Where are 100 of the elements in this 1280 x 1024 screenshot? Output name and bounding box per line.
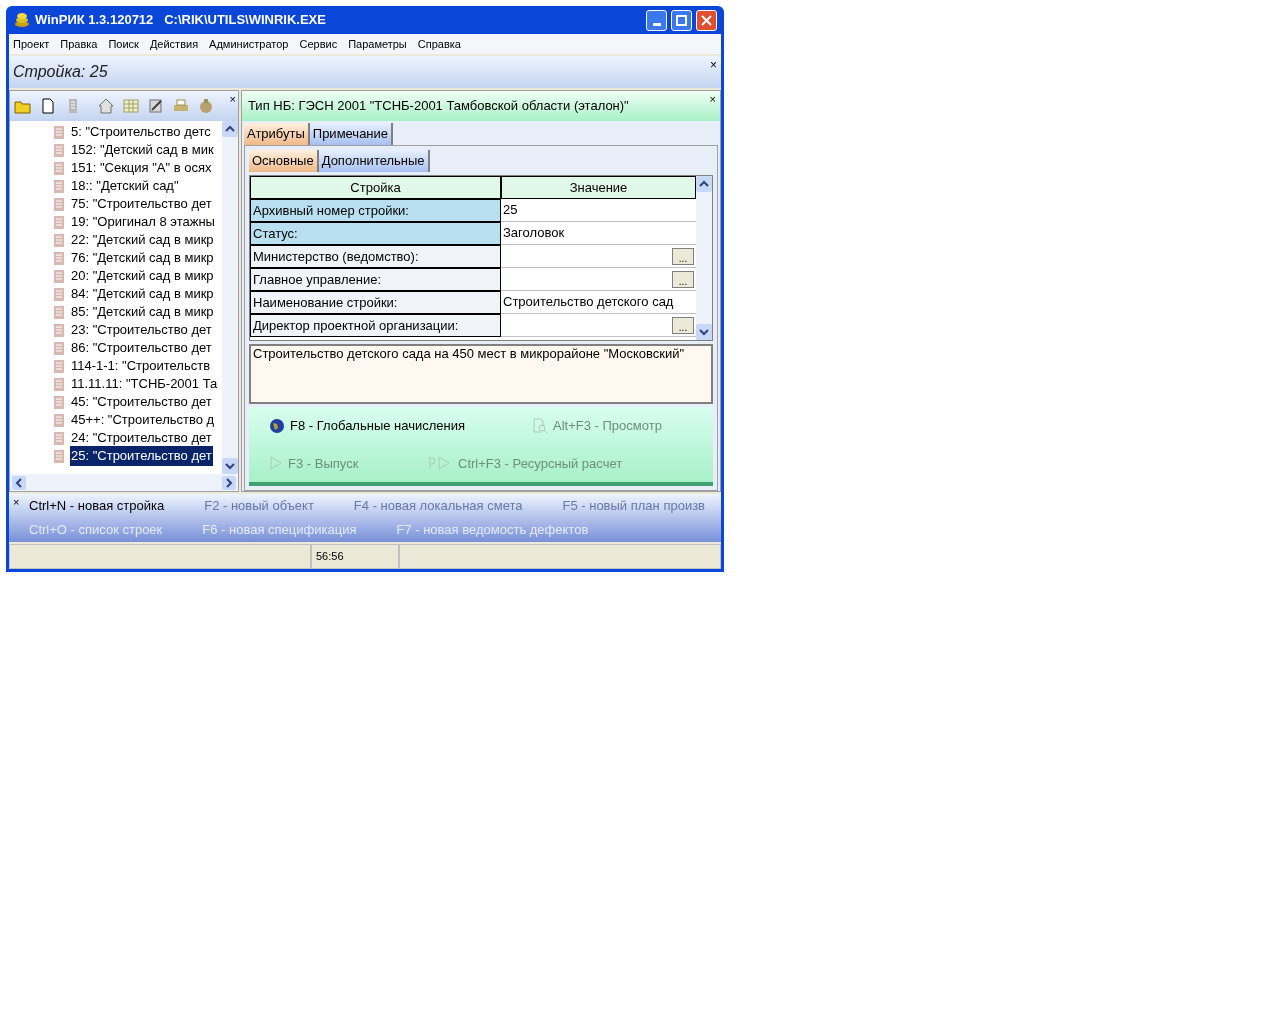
- table-cell-text: 25: [503, 201, 518, 220]
- scroll-down-icon: [696, 324, 712, 340]
- play-icon: [269, 456, 283, 471]
- tree-item[interactable]: 45: "Строительство дет: [70, 392, 213, 412]
- tree-item[interactable]: 25: "Строительство дет: [70, 446, 213, 466]
- tab[interactable]: Атрибуты: [244, 123, 310, 145]
- vertical-scrollbar[interactable]: [696, 176, 712, 340]
- table-cell: Наименование стройки:: [250, 291, 501, 314]
- menu-item[interactable]: Поиск: [108, 35, 139, 53]
- tree-item[interactable]: 151: "Секция "А" в осях: [70, 158, 213, 178]
- tree-item[interactable]: 84: "Детский сад в микр: [70, 284, 215, 304]
- close-panel-button[interactable]: ×: [710, 56, 717, 74]
- coins-icon: [13, 11, 31, 29]
- tab[interactable]: Примечание: [309, 123, 394, 145]
- scroll-up-icon: [222, 121, 238, 137]
- building-icon: [52, 359, 66, 373]
- scroll-up-icon: [696, 176, 712, 192]
- tree-item[interactable]: 20: "Детский сад в микр: [70, 266, 215, 286]
- table-icon[interactable]: [122, 97, 140, 115]
- minimize-button[interactable]: [646, 9, 667, 31]
- new-document-icon[interactable]: [39, 97, 57, 115]
- menu-item[interactable]: Правка: [60, 35, 98, 53]
- horizontal-scrollbar[interactable]: [10, 474, 238, 491]
- tree-item[interactable]: 114-1-1: "Строительств: [70, 356, 212, 376]
- menu-item[interactable]: Проект: [13, 35, 50, 53]
- building-icon: [52, 413, 66, 427]
- tree-item[interactable]: 86: "Строительство дет: [70, 338, 213, 358]
- home-icon[interactable]: [97, 97, 115, 115]
- scroll-right-icon: [222, 475, 236, 490]
- menu-item[interactable]: Администратор: [209, 35, 289, 53]
- action-link[interactable]: Ctrl+N - новая стройка: [29, 496, 165, 516]
- window-title: WinРИК 1.3.120712 C:\RIK\UTILS\WINRIK.EXE: [35, 11, 327, 30]
- browse-button[interactable]: ...: [672, 247, 694, 265]
- menu-item[interactable]: Действия: [149, 35, 199, 53]
- tab[interactable]: Основные: [249, 150, 319, 172]
- memo-field[interactable]: Строительство детского сада на 450 мест в микрорайоне "Московский": [249, 344, 713, 404]
- table-cell: Архивный номер стройки:: [250, 199, 501, 222]
- tree-item[interactable]: 22: "Детский сад в микр: [70, 230, 215, 250]
- tree-item[interactable]: 23: "Строительство дет: [70, 320, 213, 340]
- table-cell-text: Заголовок: [503, 224, 565, 243]
- close-panel-button[interactable]: ×: [229, 91, 236, 108]
- building-icon: [52, 323, 66, 337]
- building-icon: [52, 449, 66, 463]
- bag-icon[interactable]: [197, 97, 215, 115]
- building-icon: [52, 179, 66, 193]
- menu-item[interactable]: Параметры: [348, 35, 407, 53]
- maximize-button[interactable]: [671, 9, 692, 31]
- building-icon: [52, 269, 66, 283]
- column-header: Значение: [501, 176, 696, 199]
- details-title: Тип НБ: ГЭСН 2001 "ТСНБ-2001 Тамбовской области (эталон)": [248, 97, 629, 116]
- action-link[interactable]: F8 - Глобальные начисления: [269, 416, 494, 436]
- tree-item[interactable]: 5: "Строительство детс: [70, 122, 212, 142]
- close-panel-button[interactable]: ×: [13, 494, 20, 511]
- building-icon: [52, 161, 66, 175]
- building-icon: [52, 125, 66, 139]
- table-cell: Статус:: [250, 222, 501, 245]
- table-cell: Директор проектной организации:: [250, 314, 501, 337]
- building-icon: [52, 215, 66, 229]
- table-cell: Главное управление:: [250, 268, 501, 291]
- tree-item[interactable]: 152: "Детский сад в мик: [70, 140, 215, 160]
- document-title: Стройка: 25: [13, 62, 108, 82]
- close-panel-button[interactable]: ×: [709, 91, 716, 108]
- browse-button[interactable]: ...: [672, 316, 694, 334]
- minimize-icon: [652, 22, 661, 26]
- vertical-scrollbar[interactable]: [222, 121, 238, 474]
- memo-text: Строительство детского сада на 450 мест в микрорайоне "Московский": [253, 346, 686, 363]
- tree-item[interactable]: 45++: "Строительство д: [70, 410, 216, 430]
- close-button[interactable]: [696, 9, 717, 31]
- status-cell: 56:56: [311, 544, 399, 569]
- tree-item[interactable]: 19: "Оригинал 8 этажны: [70, 212, 216, 232]
- building-icon: [52, 395, 66, 409]
- browse-button[interactable]: ...: [672, 270, 694, 288]
- building-icon: [52, 251, 66, 265]
- scroll-down-icon: [222, 458, 238, 474]
- tree-item[interactable]: 75: "Строительство дет: [70, 194, 213, 214]
- tree-item[interactable]: 24: "Строительство дет: [70, 428, 213, 448]
- menu-item[interactable]: Сервис: [299, 35, 338, 53]
- tree-item[interactable]: 85: "Детский сад в микр: [70, 302, 215, 322]
- menu-item[interactable]: Справка: [417, 35, 461, 53]
- building-icon: [52, 341, 66, 355]
- scroll-left-icon: [12, 475, 26, 490]
- building-icon: [52, 197, 66, 211]
- building-icon: [52, 287, 66, 301]
- column-header: Стройка: [250, 176, 501, 199]
- close-icon: [701, 14, 712, 26]
- tab[interactable]: Дополнительные: [318, 150, 430, 172]
- building-icon: [52, 431, 66, 445]
- magnifier-document-icon: [532, 417, 548, 434]
- globe-icon: [269, 417, 285, 434]
- maximize-icon: [676, 14, 687, 26]
- table-cell: Министерство (ведомство):: [250, 245, 501, 268]
- tree-item[interactable]: 18:: "Детский сад": [70, 176, 180, 196]
- building-icon: [52, 233, 66, 247]
- tree-item[interactable]: 11.11.11: "ТСНБ-2001 Та: [70, 374, 219, 394]
- building-icon: [52, 377, 66, 391]
- edit-document-icon[interactable]: [147, 97, 165, 115]
- building-icon: [52, 143, 66, 157]
- tree-item[interactable]: 76: "Детский сад в микр: [70, 248, 215, 268]
- building-icon: [52, 305, 66, 319]
- table-cell-text: Строительство детского сад: [503, 293, 674, 312]
